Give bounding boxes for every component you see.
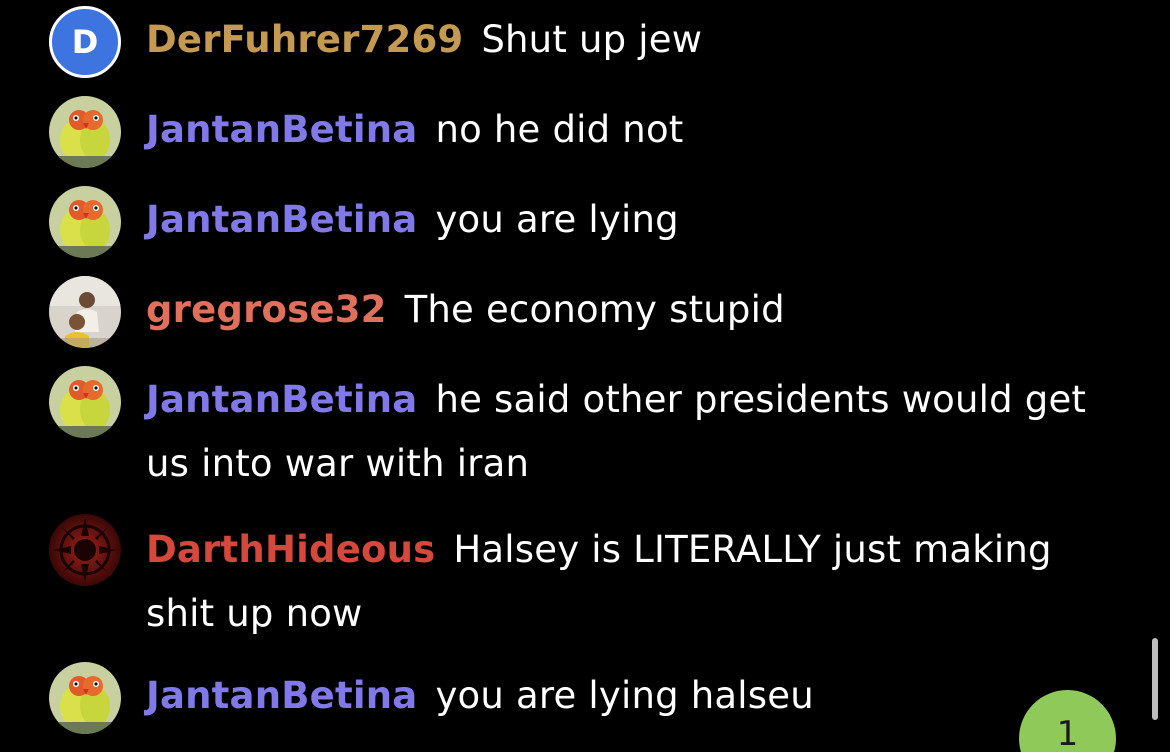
scrollbar[interactable] [1152,638,1158,720]
lovebirds-icon[interactable] [49,186,121,258]
message-body: Shut up jew [481,18,703,61]
lovebirds-icon[interactable] [49,366,121,438]
message-text-block: JantanBetina you are lying halseu [146,664,1126,728]
sith-emblem-icon[interactable] [49,514,121,586]
lovebirds-icon[interactable] [49,662,121,734]
message-body: The economy stupid [404,288,785,331]
avatar[interactable]: D [49,6,121,78]
message-text-block: DerFuhrer7269 Shut up jew [146,8,1126,72]
photo-icon[interactable] [49,276,121,348]
message-text-block: gregrose32 The economy stupid [146,278,1126,342]
chat-list: D DerFuhrer7269 Shut up jew JantanBetina n [0,0,1170,752]
message-text-block: JantanBetina he said other presidents wou… [146,368,1126,496]
username[interactable]: JantanBetina [146,198,417,241]
message-body: you are lying [435,198,679,241]
lovebirds-icon[interactable] [49,96,121,168]
username[interactable]: gregrose32 [146,288,387,331]
username[interactable]: DarthHideous [146,528,435,571]
message-body: you are lying halseu [435,674,814,717]
username[interactable]: JantanBetina [146,108,417,151]
message-text-block: DarthHideous Halsey is LITERALLY just mak… [146,518,1126,646]
message-text-block: JantanBetina no he did not [146,98,1126,162]
message-body: no he did not [435,108,684,151]
username[interactable]: DerFuhrer7269 [146,18,463,61]
message-text-block: JantanBetina you are lying [146,188,1126,252]
username[interactable]: JantanBetina [146,378,417,421]
username[interactable]: JantanBetina [146,674,417,717]
